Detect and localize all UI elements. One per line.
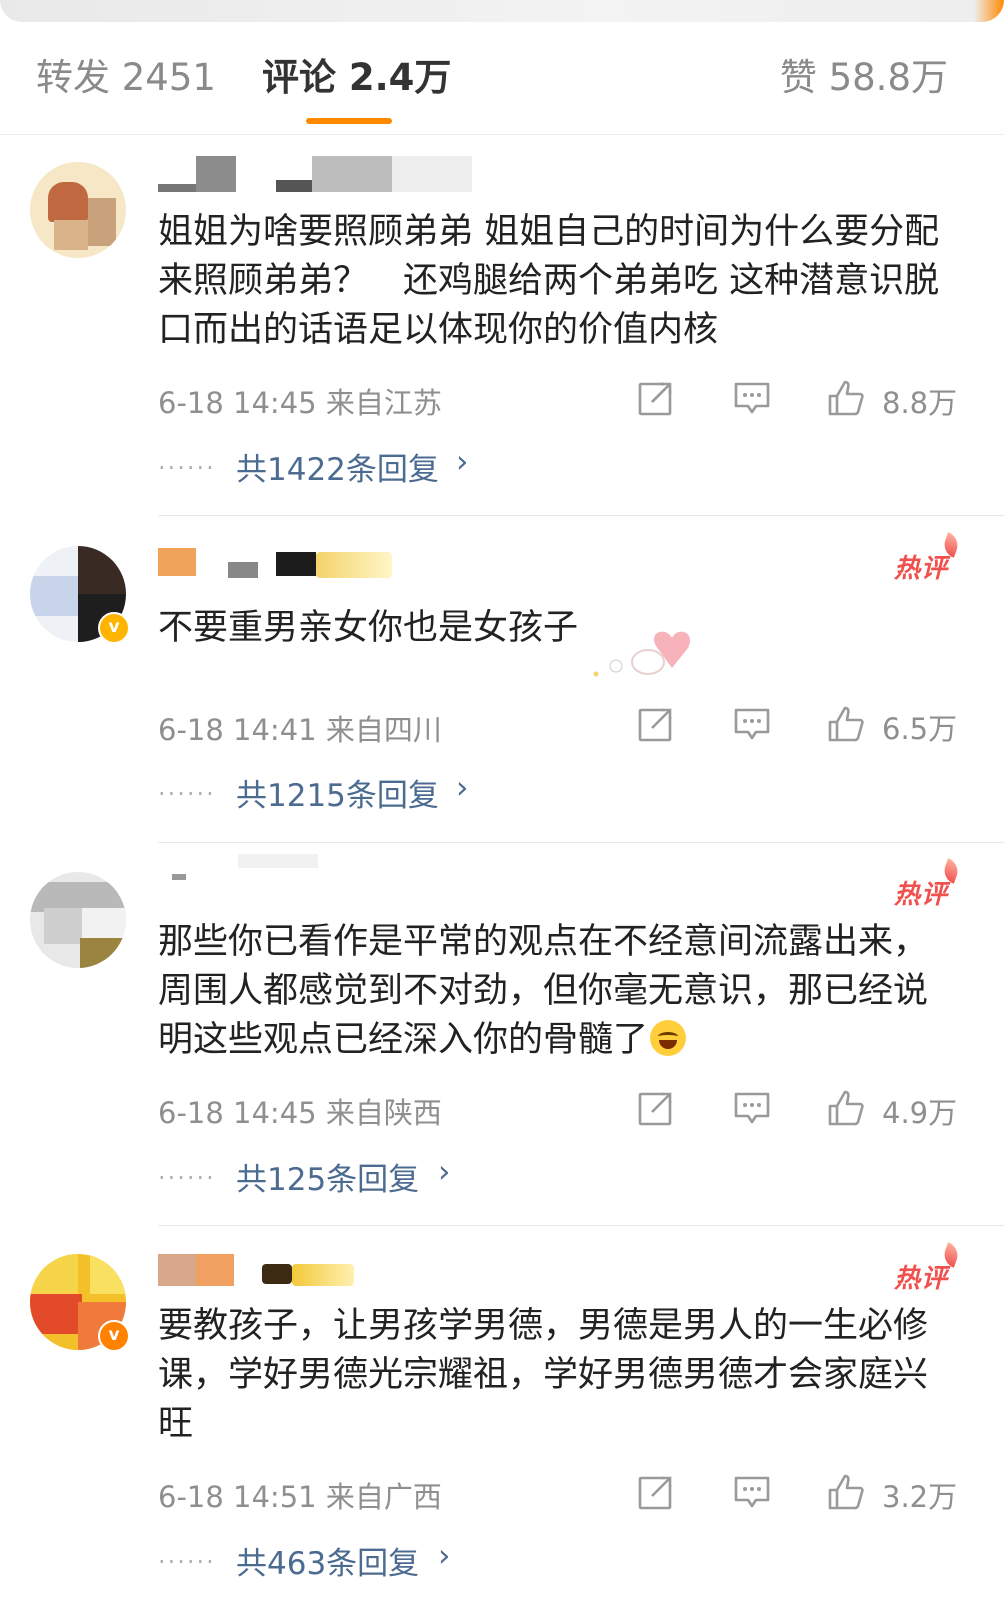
verified-badge-icon: v [98, 1320, 130, 1352]
hot-comment-badge: 热评 [894, 548, 948, 585]
share-icon[interactable] [636, 704, 676, 744]
comment-text: 那些你已看作是平常的观点在不经意间流露出来，周围人都感觉到不对劲，但你毫无意识，… [158, 918, 958, 1065]
comment-icon[interactable] [732, 1472, 772, 1512]
comment-text-content: 那些你已看作是平常的观点在不经意间流露出来，周围人都感觉到不对劲，但你毫无意识，… [158, 922, 929, 1060]
hot-comment-badge: 热评 [894, 1258, 948, 1295]
comment-icon[interactable] [732, 378, 772, 418]
chevron-right-icon: › [456, 444, 469, 480]
chevron-right-icon: › [438, 1538, 451, 1574]
dots-icon: ······ [158, 1164, 216, 1192]
tab-bar: 转发 2451 评论 2.4万 赞 58.8万 [0, 22, 1004, 135]
share-icon[interactable] [636, 1088, 676, 1128]
view-replies-link[interactable]: ······ 共1422条回复 › [158, 444, 518, 488]
dots-icon: ······ [158, 780, 216, 808]
tab-comments[interactable]: 评论 2.4万 [262, 56, 451, 100]
view-replies-link[interactable]: ······ 共1215条回复 › [158, 770, 518, 814]
divider [158, 842, 1004, 843]
username-masked[interactable] [158, 156, 478, 196]
comment-icon[interactable] [732, 704, 772, 744]
dots-icon: ······ [158, 454, 216, 482]
reply-count: 共125条回复 [236, 1162, 420, 1198]
like-count: 6.5万 [882, 712, 958, 746]
divider [158, 515, 1004, 516]
decoration-sticker-icon [586, 596, 696, 682]
like-count: 3.2万 [882, 1480, 958, 1514]
comment-text: 要教孩子，让男孩学男德，男德是男人的一生必修课，学好男德光宗耀祖，学好男德男德才… [158, 1306, 929, 1444]
comment-text: 不要重男亲女你也是女孩子 [158, 608, 579, 648]
active-tab-indicator [306, 118, 392, 124]
laughing-tears-emoji-icon [650, 1020, 687, 1056]
like-count: 4.9万 [882, 1096, 958, 1130]
comment-icon[interactable] [732, 1088, 772, 1128]
avatar[interactable] [30, 162, 126, 258]
avatar[interactable] [30, 872, 126, 968]
dots-icon: ······ [158, 1548, 216, 1576]
like-icon[interactable] [826, 1088, 866, 1128]
reply-count: 共1422条回复 [236, 452, 439, 488]
chevron-right-icon: › [456, 770, 469, 806]
hot-comment-badge: 热评 [894, 874, 948, 911]
username-masked[interactable] [158, 1254, 358, 1294]
username-masked[interactable] [158, 850, 318, 890]
comment-actions: 8.8万 [0, 378, 1004, 420]
verified-badge-icon: v [98, 612, 130, 644]
share-icon[interactable] [636, 378, 676, 418]
like-icon[interactable] [826, 1472, 866, 1512]
like-count: 8.8万 [882, 386, 958, 420]
chevron-right-icon: › [438, 1154, 451, 1190]
username-masked[interactable] [158, 548, 398, 588]
like-icon[interactable] [826, 704, 866, 744]
share-icon[interactable] [636, 1472, 676, 1512]
comment-actions: 6.5万 [0, 704, 1004, 746]
like-icon[interactable] [826, 378, 866, 418]
reply-count: 共463条回复 [236, 1546, 420, 1582]
tab-repost[interactable]: 转发 2451 [36, 56, 216, 100]
tab-likes[interactable]: 赞 58.8万 [780, 56, 948, 100]
divider [158, 1225, 1004, 1226]
top-status-band [0, 0, 1004, 22]
comment-actions: 4.9万 [0, 1088, 1004, 1130]
comment-actions: 3.2万 [0, 1472, 1004, 1514]
view-replies-link[interactable]: ······ 共125条回复 › [158, 1154, 498, 1198]
reply-count: 共1215条回复 [236, 778, 439, 814]
comment-text: 姐姐为啥要照顾弟弟 姐姐自己的时间为什么要分配来照顾弟弟？ 还鸡腿给两个弟弟吃 … [158, 212, 940, 350]
view-replies-link[interactable]: ······ 共463条回复 › [158, 1538, 498, 1582]
